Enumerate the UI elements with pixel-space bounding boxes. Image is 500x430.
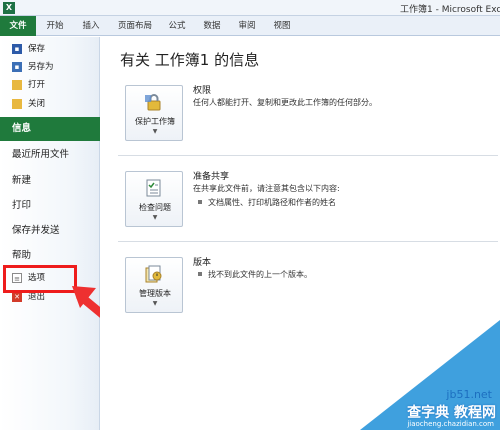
- window-title: 工作簿1 - Microsoft Exce: [400, 5, 500, 15]
- menu-close[interactable]: 关闭: [0, 96, 98, 113]
- permissions-section: 保护工作簿 ▼ 权限 任何人都能打开、复制和更改此工作簿的任何部分。: [118, 77, 478, 165]
- check-issues-label: 检查问题: [139, 203, 171, 212]
- menu-new-label: 新建: [12, 175, 32, 186]
- dropdown-caret-icon: ▼: [152, 214, 158, 221]
- section-divider: [118, 155, 498, 156]
- menu-save[interactable]: ▪ 保存: [0, 41, 98, 58]
- menu-help-label: 帮助: [12, 250, 32, 261]
- tab-page-layout[interactable]: 页面布局: [112, 16, 158, 36]
- tab-insert[interactable]: 插入: [76, 16, 106, 36]
- menu-new[interactable]: 新建: [0, 169, 98, 193]
- menu-recent-label: 最近所用文件: [12, 149, 70, 160]
- versions-description: 找不到此文件的上一个版本。: [208, 270, 312, 279]
- page-title: 有关 工作簿1 的信息: [120, 51, 260, 69]
- open-folder-icon: [12, 80, 22, 90]
- prepare-sharing-heading: 准备共享: [193, 172, 230, 182]
- menu-save-label: 保存: [28, 44, 46, 54]
- menu-save-send[interactable]: 保存并发送: [0, 219, 98, 243]
- excel-app-icon[interactable]: X: [3, 2, 15, 14]
- tab-data[interactable]: 数据: [197, 16, 227, 36]
- menu-info-label: 信息: [12, 123, 32, 134]
- versions-heading: 版本: [193, 258, 212, 268]
- manage-versions-button[interactable]: 管理版本 ▼: [125, 257, 183, 313]
- protect-workbook-label: 保护工作簿: [135, 117, 175, 126]
- prepare-sharing-description: 在共享此文件前，请注意其包含以下内容:: [193, 184, 340, 193]
- tab-view[interactable]: 视图: [267, 16, 297, 36]
- prepare-sharing-section: 检查问题 ▼ 准备共享 在共享此文件前，请注意其包含以下内容: 文档属性、打印机…: [118, 163, 478, 251]
- permissions-description: 任何人都能打开、复制和更改此工作簿的任何部分。: [193, 98, 377, 107]
- manage-versions-label: 管理版本: [139, 289, 171, 298]
- dropdown-caret-icon: ▼: [152, 300, 158, 307]
- check-issues-button[interactable]: 检查问题 ▼: [125, 171, 183, 227]
- dropdown-caret-icon: ▼: [152, 128, 158, 135]
- close-folder-icon: [12, 99, 22, 109]
- backstage-sidebar: ▪ 保存 ▪ 另存为 打开 关闭 信息 最近所用文件 新建 打印 保存并发送 帮…: [0, 37, 108, 430]
- ribbon-tabs: 文件 开始 插入 页面布局 公式 数据 审阅 视图: [0, 16, 500, 36]
- menu-save-send-label: 保存并发送: [12, 225, 60, 236]
- watermark-url: jiaocheng.chazidian.com: [407, 420, 494, 428]
- menu-open[interactable]: 打开: [0, 77, 98, 94]
- menu-save-as-label: 另存为: [28, 62, 54, 72]
- protect-workbook-button[interactable]: 保护工作簿 ▼: [125, 85, 183, 141]
- bullet-icon: [198, 200, 202, 204]
- permissions-heading: 权限: [193, 86, 212, 96]
- save-icon: ▪: [12, 44, 22, 54]
- section-divider: [118, 241, 498, 242]
- menu-info[interactable]: 信息: [0, 117, 108, 141]
- tab-file[interactable]: 文件: [0, 16, 36, 36]
- bullet-icon: [198, 272, 202, 276]
- save-as-icon: ▪: [12, 62, 22, 72]
- menu-print-label: 打印: [12, 200, 32, 211]
- lock-icon: [145, 94, 161, 111]
- tab-home[interactable]: 开始: [40, 16, 70, 36]
- tab-review[interactable]: 审阅: [232, 16, 262, 36]
- menu-print[interactable]: 打印: [0, 194, 98, 218]
- prepare-sharing-bullet: 文档属性、打印机路径和作者的姓名: [208, 198, 336, 207]
- exit-icon: ✕: [12, 292, 22, 302]
- menu-close-label: 关闭: [28, 99, 46, 109]
- versions-icon: [145, 265, 162, 283]
- watermark-brand: 查字典 教程网: [407, 405, 496, 421]
- tab-formulas[interactable]: 公式: [162, 16, 192, 36]
- annotation-highlight-box: [3, 265, 77, 293]
- watermark-site: jb51.net: [446, 388, 492, 401]
- menu-exit-label: 退出: [28, 292, 46, 302]
- checklist-icon: [146, 179, 161, 197]
- menu-open-label: 打开: [28, 80, 46, 90]
- menu-recent[interactable]: 最近所用文件: [0, 143, 98, 167]
- menu-save-as[interactable]: ▪ 另存为: [0, 59, 98, 76]
- title-bar: X 工作簿1 - Microsoft Exce: [0, 0, 500, 16]
